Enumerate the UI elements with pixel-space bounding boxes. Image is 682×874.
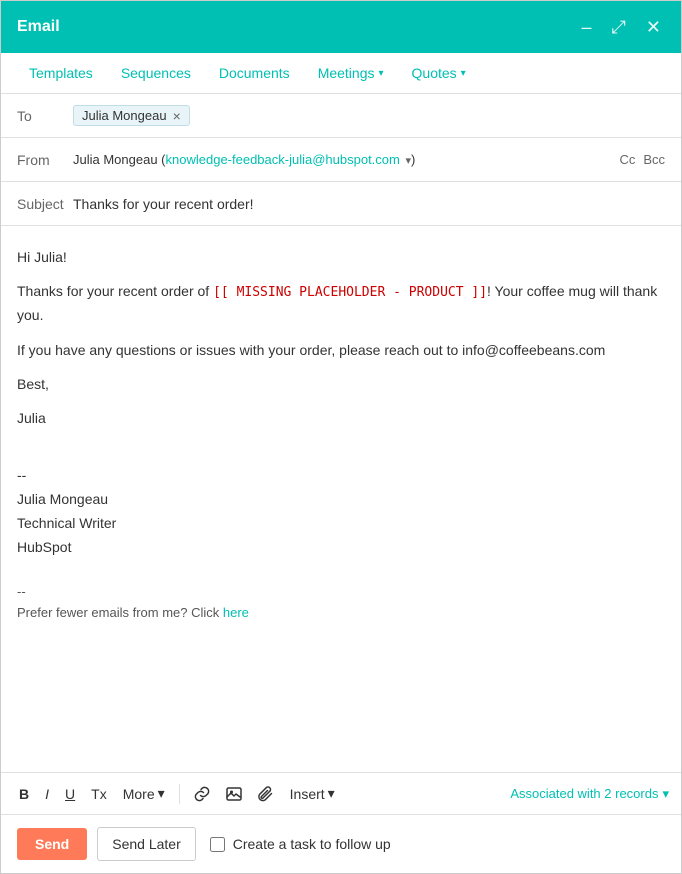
window-header: Email – ⤢ ✕ [1, 1, 681, 53]
body-contact-line: If you have any questions or issues with… [17, 339, 665, 361]
tab-documents[interactable]: Documents [207, 53, 302, 93]
expand-button[interactable]: ⤢ [608, 16, 630, 38]
insert-button[interactable]: Insert ▾ [284, 781, 341, 806]
to-row: To Julia Mongeau × [1, 94, 681, 138]
footer-divider: -- [17, 582, 665, 603]
sig-name: Julia Mongeau [17, 488, 665, 512]
associated-chevron: ▾ [662, 786, 669, 802]
more-button[interactable]: More ▾ [117, 781, 171, 806]
from-email-link[interactable]: knowledge-feedback-julia@hubspot.com [166, 152, 400, 167]
attachment-icon [258, 786, 274, 802]
image-button[interactable] [220, 782, 248, 806]
email-body[interactable]: Hi Julia! Thanks for your recent order o… [1, 226, 681, 772]
sig-company: HubSpot [17, 536, 665, 560]
tab-sequences[interactable]: Sequences [109, 53, 203, 93]
footer-text-prefix: Prefer fewer emails from me? Click [17, 605, 223, 620]
minimize-button[interactable]: – [577, 16, 595, 38]
cc-button[interactable]: Cc [619, 152, 635, 167]
underline-button[interactable]: U [59, 782, 81, 806]
unsubscribe-link[interactable]: here [223, 605, 249, 620]
to-recipient-remove[interactable]: × [173, 109, 181, 123]
bold-button[interactable]: B [13, 782, 35, 806]
to-recipient-name: Julia Mongeau [82, 108, 167, 123]
from-row: From Julia Mongeau (knowledge-feedback-j… [1, 138, 681, 182]
to-label: To [17, 108, 73, 124]
email-window: Email – ⤢ ✕ Templates Sequences Document… [0, 0, 682, 874]
email-footer: -- Prefer fewer emails from me? Click he… [17, 582, 665, 624]
body-greeting: Hi Julia! [17, 246, 665, 268]
subject-label: Subject [17, 196, 73, 212]
tab-templates[interactable]: Templates [17, 53, 105, 93]
meetings-chevron: ▾ [379, 68, 384, 79]
sig-title: Technical Writer [17, 512, 665, 536]
body-closing: Best, [17, 373, 665, 395]
link-button[interactable] [188, 782, 216, 806]
link-icon [194, 786, 210, 802]
task-checkbox-row: Create a task to follow up [210, 836, 391, 852]
signature-block: -- Julia Mongeau Technical Writer HubSpo… [17, 464, 665, 559]
task-checkbox[interactable] [210, 837, 225, 852]
italic-button[interactable]: I [39, 782, 55, 806]
subject-field-content[interactable]: Thanks for your recent order! [73, 196, 665, 212]
body-signature-name: Julia [17, 407, 665, 429]
strikethrough-button[interactable]: Tx [85, 782, 113, 806]
insert-chevron: ▾ [328, 785, 335, 802]
subject-row: Subject Thanks for your recent order! [1, 182, 681, 226]
window-controls: – ⤢ ✕ [577, 16, 665, 38]
bcc-button[interactable]: Bcc [643, 152, 665, 167]
from-field-content: Julia Mongeau (knowledge-feedback-julia@… [73, 152, 619, 167]
image-icon [226, 786, 242, 802]
sig-divider-1: -- [17, 464, 665, 488]
attachment-button[interactable] [252, 782, 280, 806]
more-chevron: ▾ [158, 785, 165, 802]
quotes-chevron: ▾ [461, 68, 466, 79]
subject-value: Thanks for your recent order! [73, 196, 254, 212]
from-field-actions: Cc Bcc [619, 152, 665, 167]
bottom-bar: Send Send Later Create a task to follow … [1, 815, 681, 873]
send-button[interactable]: Send [17, 828, 87, 860]
from-name-text: Julia Mongeau (knowledge-feedback-julia@… [73, 152, 415, 167]
window-title: Email [17, 18, 60, 36]
formatting-toolbar: B I U Tx More ▾ [1, 772, 681, 815]
from-dropdown-chevron: ▾ [405, 155, 411, 167]
associated-records-button[interactable]: Associated with 2 records ▾ [510, 786, 669, 802]
to-field-content: Julia Mongeau × [73, 105, 665, 126]
email-form: To Julia Mongeau × From Julia Mongeau (k… [1, 94, 681, 873]
missing-placeholder: [[ MISSING PLACEHOLDER - PRODUCT ]] [213, 285, 487, 300]
send-later-button[interactable]: Send Later [97, 827, 196, 861]
nav-tabs: Templates Sequences Documents Meetings ▾… [1, 53, 681, 94]
body-order-line: Thanks for your recent order of [[ MISSI… [17, 280, 665, 326]
tab-quotes[interactable]: Quotes ▾ [400, 53, 478, 93]
close-button[interactable]: ✕ [642, 16, 665, 38]
to-recipient-tag: Julia Mongeau × [73, 105, 190, 126]
task-checkbox-label[interactable]: Create a task to follow up [233, 836, 391, 852]
toolbar-divider-1 [179, 784, 180, 804]
from-label: From [17, 152, 73, 168]
tab-meetings[interactable]: Meetings ▾ [306, 53, 396, 93]
